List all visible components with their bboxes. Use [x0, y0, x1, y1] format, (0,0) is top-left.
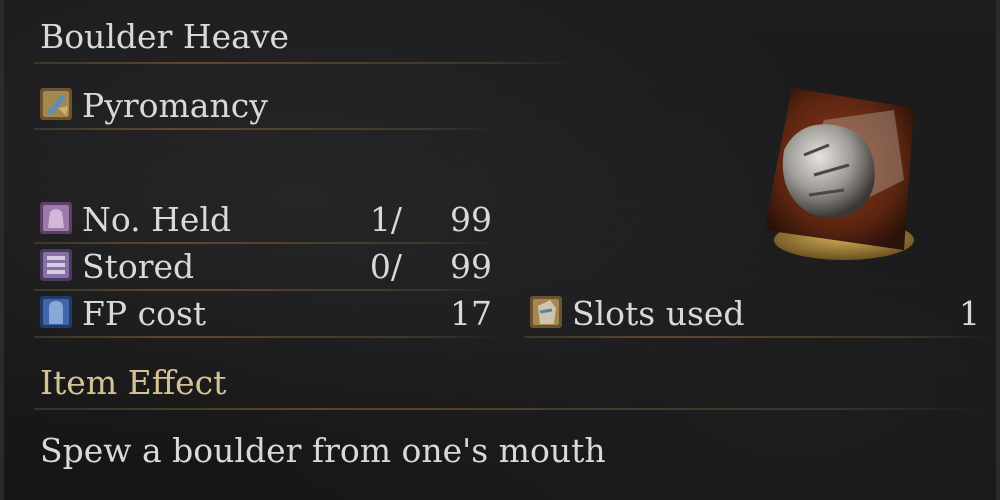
held-max: 99	[450, 200, 492, 239]
stored-max: 99	[450, 247, 492, 286]
item-info-panel: Boulder Heave Pyromancy No. Held 1/ 99 S…	[0, 0, 1000, 500]
item-effect-heading: Item Effect	[40, 363, 227, 402]
title-divider	[34, 62, 574, 64]
item-effect-description: Spew a boulder from one's mouth	[40, 431, 606, 470]
held-label: No. Held	[82, 200, 232, 239]
stored-value: 0/	[369, 247, 402, 286]
effect-divider	[34, 408, 984, 410]
slots-icon	[528, 294, 564, 330]
stored-label: Stored	[82, 247, 195, 286]
fp-icon	[38, 294, 74, 330]
fp-label: FP cost	[82, 294, 207, 333]
stored-icon	[38, 247, 74, 283]
spell-name: Boulder Heave	[40, 17, 289, 56]
slots-value: 1	[959, 294, 980, 333]
slots-label: Slots used	[572, 294, 745, 333]
held-icon	[38, 200, 74, 236]
stored-divider	[34, 289, 499, 291]
spell-category: Pyromancy	[82, 86, 268, 125]
pyromancy-icon	[38, 86, 74, 122]
held-value: 1/	[369, 200, 402, 239]
slots-divider	[524, 336, 989, 338]
fp-divider	[34, 336, 499, 338]
held-divider	[34, 242, 499, 244]
fp-value: 17	[450, 294, 492, 333]
category-divider	[34, 128, 499, 130]
boulder-scroll-icon	[754, 80, 924, 270]
